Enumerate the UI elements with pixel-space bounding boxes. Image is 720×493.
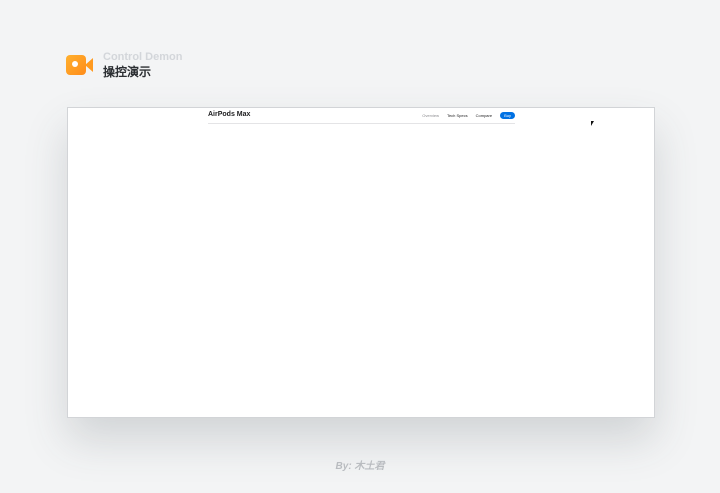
- header-title: 操控演示: [103, 65, 152, 79]
- header-subtitle: Control Demon: [103, 51, 183, 63]
- product-navbar: AirPods Max Overview Tech Specs Compare …: [208, 108, 515, 124]
- nav-link-overview[interactable]: Overview: [422, 113, 439, 118]
- product-title[interactable]: AirPods Max: [208, 111, 250, 118]
- video-camera-icon: [66, 54, 93, 76]
- nav-link-tech-specs[interactable]: Tech Specs: [447, 113, 468, 118]
- browser-window: AirPods Max Overview Tech Specs Compare …: [67, 107, 655, 418]
- header-text: Control Demon 操控演示: [103, 51, 183, 79]
- mouse-cursor-icon: [591, 121, 594, 126]
- nav-link-compare[interactable]: Compare: [476, 113, 492, 118]
- demo-header: Control Demon 操控演示: [66, 50, 182, 80]
- author-credit: By: 木土君: [335, 461, 385, 472]
- nav-links: Overview Tech Specs Compare Buy: [414, 111, 515, 120]
- buy-button[interactable]: Buy: [500, 112, 515, 119]
